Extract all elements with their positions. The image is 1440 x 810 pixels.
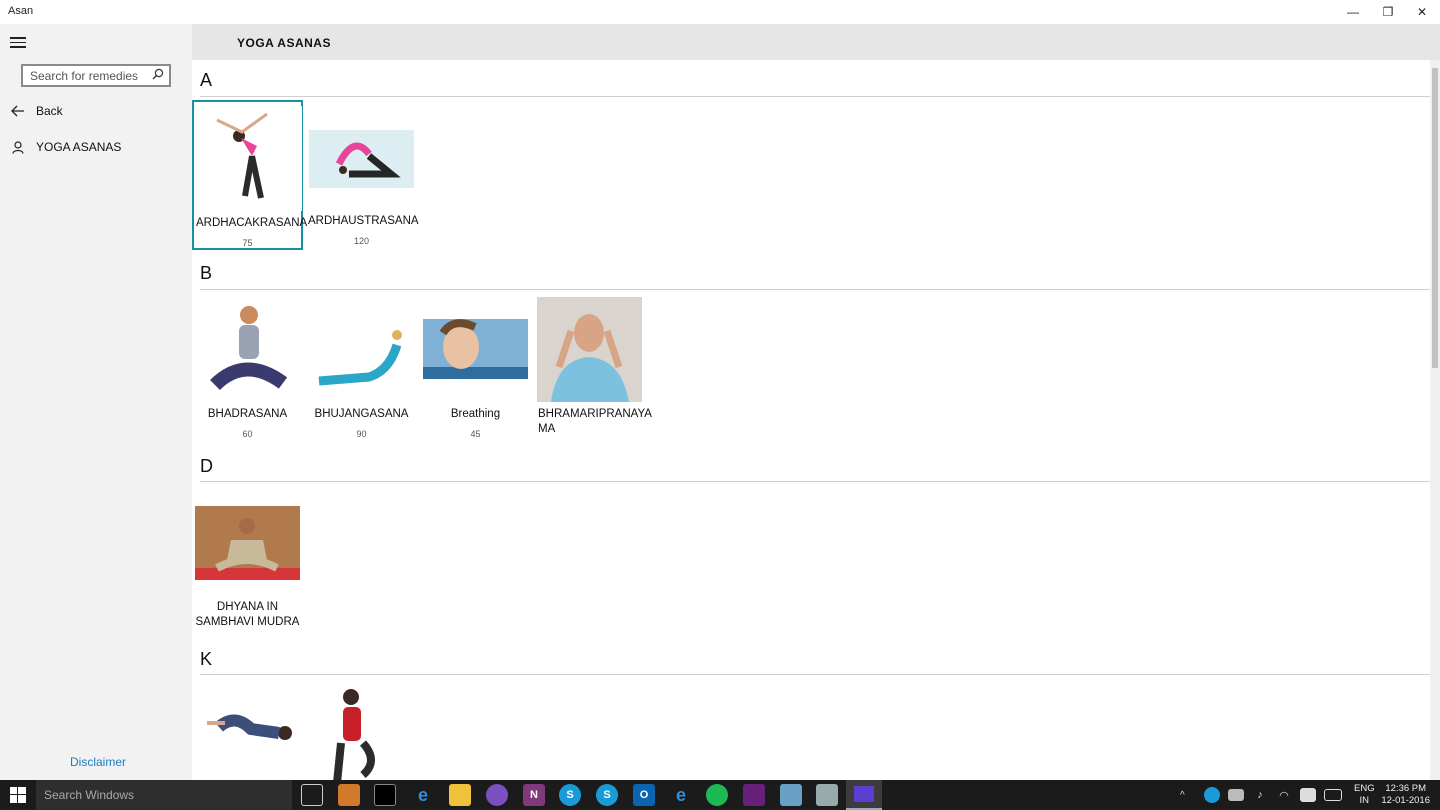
asana-tile-k-2[interactable] — [306, 679, 417, 780]
search-input[interactable] — [23, 66, 147, 85]
viber-icon[interactable] — [486, 784, 508, 806]
group-divider — [200, 96, 1430, 97]
close-button[interactable]: ✕ — [1405, 0, 1439, 24]
asana-image — [197, 106, 302, 211]
language-indicator[interactable]: ENG IN — [1354, 783, 1375, 807]
app-title: Asan — [8, 5, 34, 17]
system-clock[interactable]: 12:36 PM 12-01-2016 — [1381, 783, 1430, 807]
onenote-icon[interactable]: N — [523, 784, 545, 806]
asana-count: 60 — [242, 429, 253, 439]
group-header-a[interactable]: A — [200, 70, 212, 91]
asana-count: 90 — [356, 429, 367, 439]
page-header: YOGA ASANAS — [192, 24, 1440, 60]
asana-image — [195, 683, 300, 780]
asana-tile-ardhaustrasana[interactable]: ARDHAUSTRASANA 120 — [306, 100, 419, 250]
group-divider — [200, 674, 1430, 675]
visual-studio-icon[interactable] — [743, 784, 765, 806]
asana-image — [195, 490, 300, 595]
asana-tile-bhujangasana[interactable]: BHUJANGASANA 90 — [306, 293, 417, 443]
nav-back[interactable]: Back — [0, 96, 192, 126]
page-title: YOGA ASANAS — [237, 36, 331, 50]
asana-name: Breathing — [450, 408, 501, 420]
taskbar: Search Windows e N S S O e ^ ♪ ◠ ENG IN … — [0, 780, 1440, 810]
asana-image — [195, 297, 300, 402]
asana-name: ARDHACAKRASANA — [196, 217, 308, 229]
file-explorer-icon[interactable] — [449, 784, 471, 806]
vertical-scrollbar[interactable] — [1430, 60, 1440, 780]
show-hidden-icons[interactable]: ^ — [1180, 780, 1185, 810]
asana-image — [423, 297, 528, 402]
notes-app-icon[interactable] — [780, 784, 802, 806]
hamburger-menu-icon[interactable] — [10, 37, 26, 49]
restore-button[interactable]: ❐ — [1371, 0, 1405, 24]
asana-count: 45 — [470, 429, 481, 439]
battery-icon[interactable] — [1228, 789, 1244, 801]
asana-count: 75 — [242, 238, 253, 248]
asana-tile-ardhacakrasana[interactable]: ARDHACAKRASANA 75 — [192, 100, 308, 250]
title-bar: Asan — ❐ ✕ — [0, 0, 1440, 24]
skype-alt-icon[interactable]: S — [596, 784, 618, 806]
group-header-b[interactable]: B — [200, 263, 212, 284]
asana-name: ARDHAUSTRASANA — [308, 215, 419, 227]
taskbar-search[interactable]: Search Windows — [36, 780, 292, 810]
clock-time: 12:36 PM — [1385, 783, 1427, 794]
asana-count: 120 — [353, 236, 370, 246]
asan-app-icon — [854, 786, 874, 802]
asana-tile-bhadrasana[interactable]: BHADRASANA 60 — [192, 293, 303, 443]
asana-image — [309, 104, 414, 209]
edge-browser-icon[interactable]: e — [412, 784, 434, 806]
group-header-d[interactable]: D — [200, 456, 213, 477]
app-icon[interactable] — [338, 784, 360, 806]
asana-image — [309, 683, 414, 780]
back-arrow-icon — [0, 105, 36, 117]
task-view-icon[interactable] — [301, 784, 323, 806]
asana-tile-k-1[interactable] — [192, 679, 303, 780]
asana-name: BHUJANGASANA — [314, 408, 409, 420]
asana-grid: A ARDHACAKRASANA 75 ARDHAUSTRASANA 120 B… — [192, 60, 1430, 780]
volume-icon[interactable]: ♪ — [1252, 788, 1268, 802]
asana-tile-bhramaripranayama[interactable]: BHRAMARIPRANAYA MA — [534, 293, 652, 443]
group-header-k[interactable]: K — [200, 649, 212, 670]
search-icon[interactable] — [152, 68, 164, 80]
language-code: ENG — [1354, 783, 1375, 794]
network-icon[interactable]: ◠ — [1276, 788, 1292, 802]
asana-name: BHADRASANA — [207, 408, 288, 420]
keyboard-icon[interactable] — [1324, 789, 1342, 801]
asana-name: DHYANA IN SAMBHAVI MUDRA — [195, 601, 300, 628]
spotify-icon[interactable] — [706, 784, 728, 806]
asana-tile-dhyana-in-sambhavi-mudra[interactable]: DHYANA IN SAMBHAVI MUDRA — [192, 486, 303, 636]
nav-yoga-asanas[interactable]: YOGA ASANAS — [0, 132, 192, 162]
group-divider — [200, 481, 1430, 482]
taskbar-search-placeholder: Search Windows — [44, 788, 135, 802]
scrollbar-thumb[interactable] — [1432, 68, 1438, 368]
nav-back-label: Back — [36, 104, 63, 118]
windows-logo-icon — [10, 787, 26, 803]
minimize-button[interactable]: — — [1336, 0, 1370, 24]
navigation-pane: Back YOGA ASANAS Disclaimer — [0, 24, 192, 780]
paint-icon[interactable] — [816, 784, 838, 806]
start-button[interactable] — [0, 780, 36, 810]
region-code: IN — [1359, 795, 1370, 806]
skype-tray-icon[interactable] — [1204, 787, 1220, 803]
search-box[interactable] — [21, 64, 171, 87]
action-center-icon[interactable] — [1300, 788, 1316, 802]
internet-explorer-icon[interactable]: e — [670, 784, 692, 806]
disclaimer-link[interactable]: Disclaimer — [70, 755, 126, 769]
asan-app-taskbar-button[interactable] — [846, 780, 882, 810]
person-icon — [0, 140, 36, 154]
asana-name: BHRAMARIPRANAYA MA — [538, 408, 652, 435]
clock-date: 12-01-2016 — [1381, 795, 1430, 806]
nav-yoga-asanas-label: YOGA ASANAS — [36, 140, 122, 154]
asana-image — [537, 297, 642, 402]
outlook-icon[interactable]: O — [633, 784, 655, 806]
command-prompt-icon[interactable] — [374, 784, 396, 806]
asana-image — [309, 297, 414, 402]
asana-tile-breathing[interactable]: Breathing 45 — [420, 293, 531, 443]
group-divider — [200, 289, 1430, 290]
skype-icon[interactable]: S — [559, 784, 581, 806]
